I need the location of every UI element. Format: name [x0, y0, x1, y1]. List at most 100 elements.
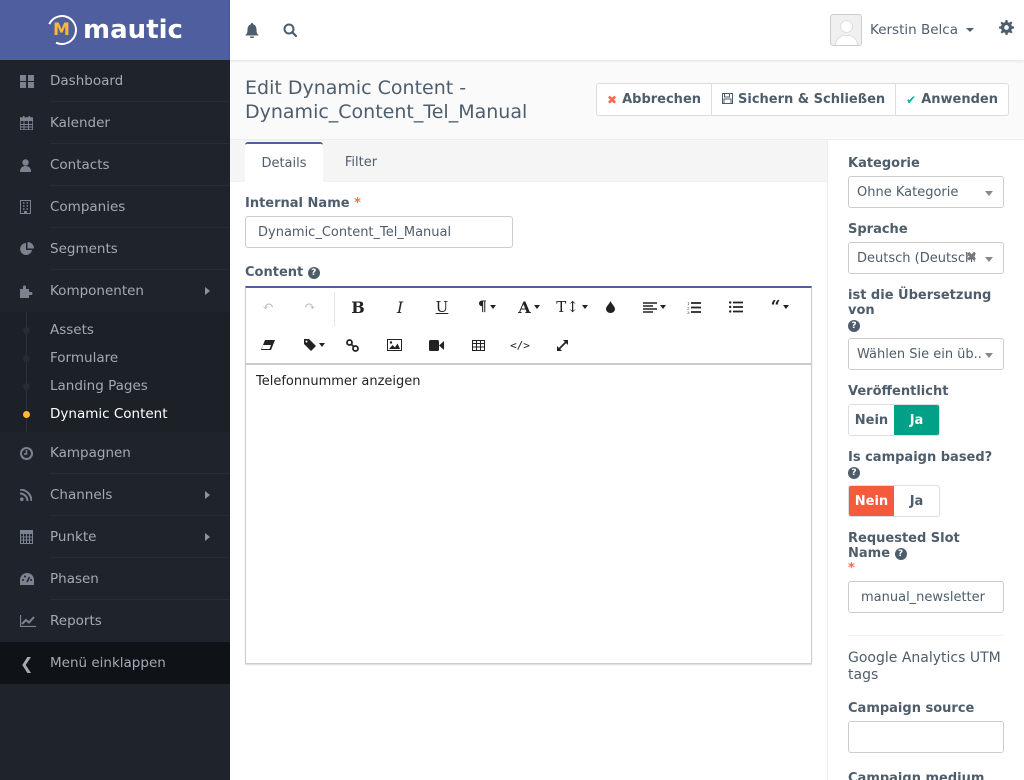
save-close-button[interactable]: Sichern & Schließen — [712, 84, 897, 115]
top-bar: Kerstin Belca — [230, 0, 1024, 60]
campaign-medium-field: Campaign medium — [848, 771, 1004, 780]
floppy-disk-icon — [722, 92, 734, 107]
published-label: Veröffentlicht — [848, 384, 949, 399]
paragraph-format-icon[interactable]: ¶ — [470, 293, 504, 321]
main-content: Details Filter Internal Name * Dynamic_C… — [230, 140, 827, 780]
redo-icon[interactable]: ↷ — [296, 293, 324, 321]
bell-icon[interactable] — [242, 22, 262, 38]
help-icon[interactable]: ? — [848, 467, 860, 479]
underline-icon[interactable]: U — [428, 293, 456, 321]
editor-content-area[interactable]: Telefonnummer anzeigen — [246, 365, 811, 398]
sidebar-subitem-landing-pages[interactable]: Landing Pages — [0, 372, 230, 400]
image-icon[interactable] — [380, 331, 408, 359]
campaign-based-no-option[interactable]: Nein — [849, 486, 894, 516]
ordered-list-icon[interactable]: 123 — [680, 293, 708, 321]
category-value: Ohne Kategorie — [857, 184, 959, 200]
unordered-list-icon[interactable] — [722, 293, 750, 321]
published-no-option[interactable]: Nein — [849, 405, 894, 435]
user-menu[interactable]: Kerstin Belca — [830, 14, 974, 46]
brand-name: mautic — [83, 15, 183, 45]
clear-icon[interactable]: ✖ — [966, 250, 977, 265]
sidebar-item-label: Contacts — [50, 157, 110, 173]
calculator-icon — [0, 530, 50, 544]
help-icon[interactable]: ? — [894, 548, 907, 560]
fullscreen-icon[interactable] — [548, 331, 576, 359]
sidebar-item-label: Segments — [50, 241, 118, 257]
slot-name-input[interactable]: manual_newsletter — [848, 581, 1004, 613]
published-toggle: Nein Ja — [848, 404, 940, 436]
collapse-menu-button[interactable]: ❮ Menü einklappen — [0, 642, 230, 684]
sidebar-item-phasen[interactable]: Phasen — [0, 558, 230, 600]
tab-details[interactable]: Details — [245, 142, 323, 182]
help-icon[interactable]: ? — [307, 267, 320, 279]
apply-button[interactable]: ✔ Anwenden — [896, 84, 1008, 115]
tag-icon[interactable] — [296, 331, 332, 359]
category-label: Kategorie — [848, 156, 920, 171]
sidebar-item-punkte[interactable]: Punkte — [0, 516, 230, 558]
sidebar-item-label: Kampagnen — [50, 445, 131, 461]
svg-text:3: 3 — [687, 310, 690, 314]
campaign-based-label: Is campaign based? ? — [848, 450, 1004, 480]
font-family-icon[interactable]: A — [512, 293, 546, 321]
translation-select[interactable]: Wählen Sie ein üb... — [848, 338, 1004, 370]
category-select[interactable]: Ohne Kategorie — [848, 176, 1004, 208]
video-icon[interactable] — [422, 331, 450, 359]
sidebar-item-kalender[interactable]: Kalender — [0, 102, 230, 144]
sidebar-item-segments[interactable]: Segments — [0, 228, 230, 270]
tab-bar: Details Filter — [230, 140, 827, 182]
sidebar-subitem-formulare[interactable]: Formulare — [0, 344, 230, 372]
required-asterisk: * — [354, 196, 361, 211]
sidebar-subitem-assets[interactable]: Assets — [0, 316, 230, 344]
gear-icon[interactable] — [999, 20, 1014, 40]
table-icon[interactable] — [464, 331, 492, 359]
help-icon[interactable]: ? — [848, 320, 860, 332]
code-view-icon[interactable]: </> — [506, 331, 534, 359]
active-indicator-dot — [23, 411, 30, 418]
internal-name-label: Internal Name * — [245, 196, 812, 211]
page-header: Edit Dynamic Content - Dynamic_Content_T… — [230, 60, 1024, 140]
translation-field: ist die Übersetzung von ? Wählen Sie ein… — [848, 288, 1004, 370]
divider — [848, 635, 1004, 636]
sidebar-subitem-label: Assets — [50, 322, 94, 338]
close-icon: ✖ — [607, 92, 618, 107]
sidebar-item-channels[interactable]: Channels — [0, 474, 230, 516]
internal-name-input[interactable]: Dynamic_Content_Tel_Manual — [245, 216, 513, 248]
tab-filter[interactable]: Filter — [330, 142, 392, 182]
sidebar-item-contacts[interactable]: Contacts — [0, 144, 230, 186]
search-icon[interactable] — [280, 23, 300, 37]
italic-icon[interactable]: I — [386, 293, 414, 321]
sidebar-item-label: Companies — [50, 199, 126, 215]
sidebar-item-kampagnen[interactable]: Kampagnen — [0, 432, 230, 474]
internal-name-label-text: Internal Name — [245, 196, 350, 211]
quote-icon[interactable]: “ — [762, 293, 798, 321]
sidebar-item-label: Kalender — [50, 115, 110, 131]
font-size-icon[interactable]: T↕ — [554, 293, 590, 321]
translation-label-text: ist die Übersetzung von — [848, 288, 992, 318]
campaign-source-field: Campaign source — [848, 701, 1004, 753]
cancel-button[interactable]: ✖ Abbrechen — [597, 84, 713, 115]
collapse-menu-label: Menü einklappen — [50, 655, 166, 671]
undo-icon[interactable]: ↶ — [254, 293, 282, 321]
campaign-source-input[interactable] — [848, 721, 1004, 753]
sidebar-subitem-dynamic-content[interactable]: Dynamic Content — [0, 400, 230, 428]
user-name: Kerstin Belca — [870, 22, 958, 38]
sidebar-item-dashboard[interactable]: Dashboard — [0, 60, 230, 102]
link-icon[interactable] — [338, 331, 366, 359]
content-label-text: Content — [245, 265, 304, 280]
published-yes-option[interactable]: Ja — [894, 405, 939, 435]
align-icon[interactable] — [636, 293, 672, 321]
ga-utm-heading: Google Analytics UTM tags — [848, 650, 1001, 683]
eraser-icon[interactable] — [254, 331, 282, 359]
sidebar-item-komponenten[interactable]: Komponenten — [0, 270, 230, 312]
sidebar-item-reports[interactable]: Reports — [0, 600, 230, 642]
campaign-based-yes-option[interactable]: Ja — [894, 486, 939, 516]
clock-icon — [0, 446, 50, 460]
language-select[interactable]: Deutsch (Deutschl. ✖ — [848, 242, 1004, 274]
sidebar-item-label: Komponenten — [50, 283, 144, 299]
sidebar-item-companies[interactable]: Companies — [0, 186, 230, 228]
brand-logo[interactable]: M mautic — [0, 0, 230, 60]
required-asterisk: * — [848, 561, 855, 576]
campaign-based-field: Is campaign based? ? Nein Ja — [848, 450, 1004, 517]
color-drop-icon[interactable] — [596, 293, 624, 321]
bold-icon[interactable]: B — [344, 293, 372, 321]
